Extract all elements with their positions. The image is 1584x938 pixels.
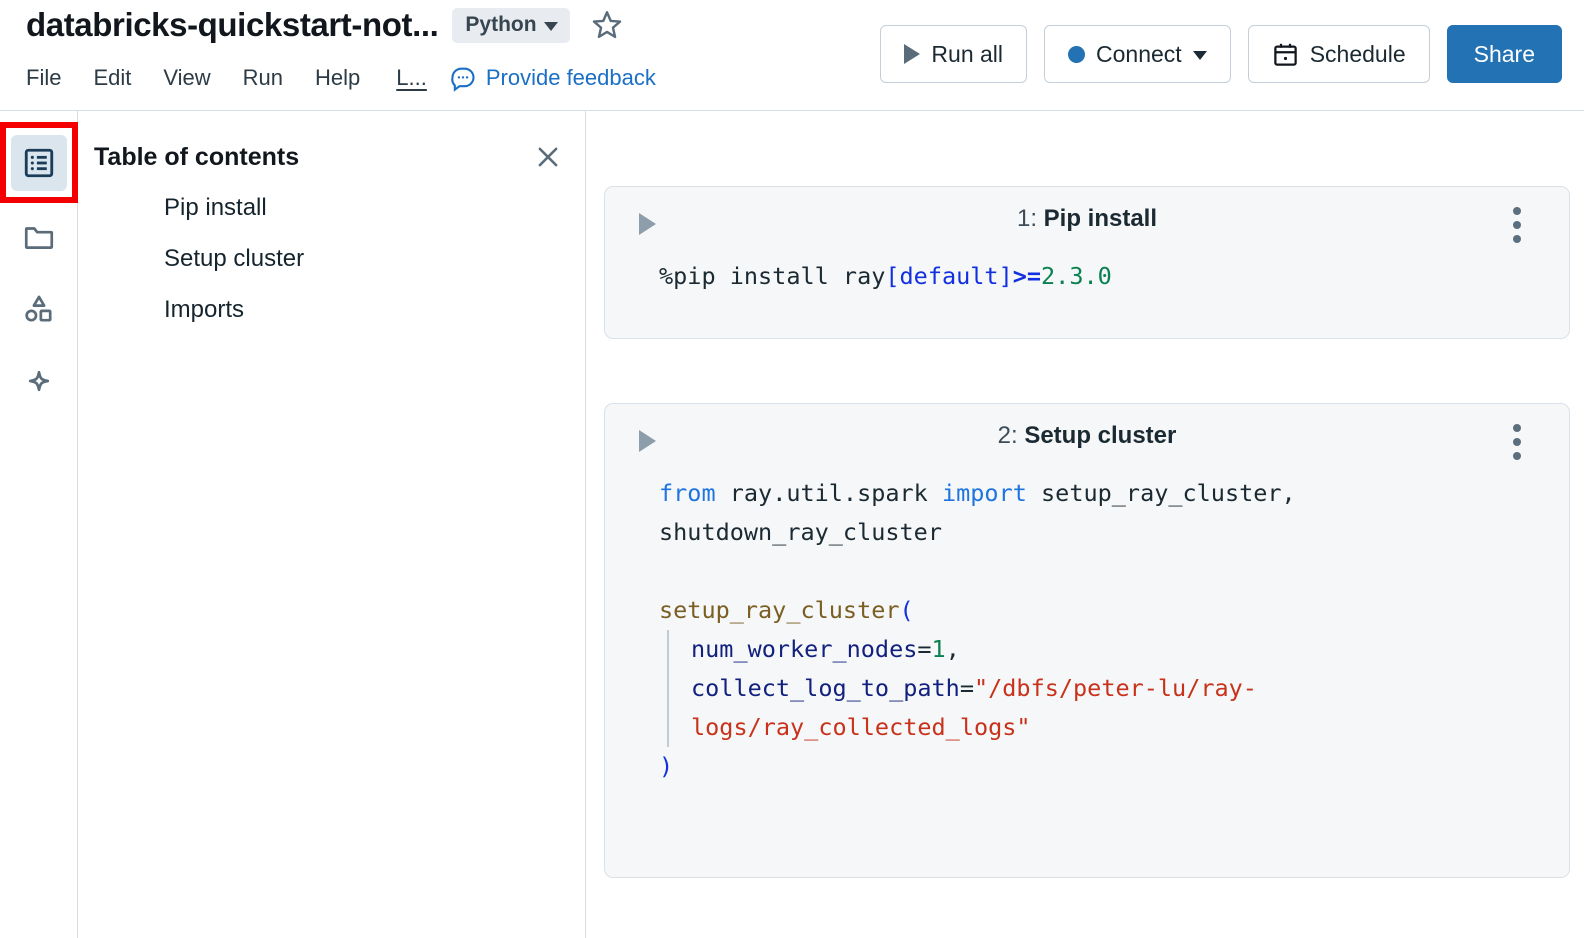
toc-item-imports[interactable]: Imports (164, 296, 304, 324)
code-token-param-name: num_worker_nodes (691, 635, 917, 663)
code-token-paren-open: ( (900, 596, 914, 624)
code-token-operator: >= (1013, 262, 1041, 290)
toc-title: Table of contents (94, 143, 299, 172)
cell-number: 1: (1017, 205, 1037, 232)
cell-heading: Setup cluster (1024, 422, 1176, 449)
page-title: databricks-quickstart-not... (26, 6, 438, 44)
language-selector[interactable]: Python (452, 8, 569, 43)
cell-header: 1: Pip install (605, 187, 1569, 257)
notebook-header: databricks-quickstart-not... Python File… (0, 0, 1584, 111)
connect-label: Connect (1096, 41, 1182, 68)
provide-feedback-label: Provide feedback (486, 65, 656, 91)
sidebar-item-workspace[interactable] (11, 209, 67, 265)
code-token-param-value: 1 (932, 635, 946, 663)
calendar-icon (1272, 41, 1299, 68)
cell-title: 2: Setup cluster (605, 422, 1569, 450)
menu-item-view[interactable]: View (147, 65, 226, 91)
code-token-bracket-close: ] (999, 262, 1013, 290)
kebab-menu-icon[interactable] (1513, 207, 1521, 249)
menu-item-help[interactable]: Help (299, 65, 376, 91)
comment-bubble-icon (449, 64, 477, 92)
list-document-icon (22, 146, 56, 180)
code-token-module: ray.util.spark (730, 479, 928, 507)
toc-item-setup-cluster[interactable]: Setup cluster (164, 245, 304, 273)
code-line-blank (659, 552, 1547, 591)
provide-feedback-link[interactable]: Provide feedback (449, 64, 656, 92)
kebab-menu-icon[interactable] (1513, 424, 1521, 466)
code-line-import: from ray.util.spark import setup_ray_clu… (659, 474, 1547, 552)
code-token-extra: default (900, 262, 999, 290)
sparkle-icon (22, 364, 56, 398)
menu-item-run[interactable]: Run (227, 65, 299, 91)
cell-code-editor[interactable]: %pip install ray[default]>=2.3.0 (605, 257, 1569, 296)
close-icon[interactable] (529, 138, 567, 176)
code-token-bracket-open: [ (885, 262, 899, 290)
sidebar-item-catalog[interactable] (11, 281, 67, 337)
status-dot-icon (1068, 46, 1085, 63)
run-all-label: Run all (931, 41, 1003, 68)
cell-title: 1: Pip install (605, 205, 1569, 233)
play-triangle-icon (904, 44, 920, 64)
code-args-block: num_worker_nodes=1,collect_log_to_path="… (667, 630, 1547, 747)
code-token-import: import (942, 479, 1027, 507)
notebook-canvas: 1: Pip install %pip install ray[default]… (587, 111, 1584, 938)
folder-icon (22, 220, 56, 254)
share-label: Share (1474, 41, 1535, 68)
menu-item-edit[interactable]: Edit (77, 65, 147, 91)
chevron-down-icon (1193, 51, 1207, 60)
code-token-comma: , (946, 635, 960, 663)
run-all-button[interactable]: Run all (880, 25, 1027, 83)
header-actions: Run all Connect Schedule Share (880, 25, 1562, 83)
code-line-arg1: num_worker_nodes=1, (691, 630, 1547, 669)
chevron-down-icon (544, 22, 558, 31)
star-icon[interactable] (590, 8, 624, 42)
code-token-function-name: setup_ray_cluster (659, 596, 900, 624)
code-line-call-open: setup_ray_cluster( (659, 591, 1547, 630)
toc-header: Table of contents (94, 138, 567, 176)
cell-number: 2: (998, 422, 1018, 449)
cell-code-editor[interactable]: from ray.util.spark import setup_ray_clu… (605, 474, 1569, 786)
language-label: Python (465, 13, 536, 37)
menu-item-file[interactable]: File (26, 65, 77, 91)
toc-item-pip-install[interactable]: Pip install (164, 194, 304, 222)
title-row: databricks-quickstart-not... Python (26, 6, 624, 44)
code-token-version: 2.3.0 (1041, 262, 1112, 290)
notebook-cell[interactable]: 1: Pip install %pip install ray[default]… (604, 186, 1570, 339)
cell-header: 2: Setup cluster (605, 404, 1569, 474)
menu-bar: File Edit View Run Help L... Provide fee… (26, 64, 656, 92)
schedule-button[interactable]: Schedule (1248, 25, 1430, 83)
notebook-cell[interactable]: 2: Setup cluster from ray.util.spark imp… (604, 403, 1570, 878)
shapes-catalog-icon (22, 292, 56, 326)
cell-heading: Pip install (1044, 205, 1157, 232)
code-token-equals: = (917, 635, 931, 663)
sidebar-item-assistant[interactable] (11, 353, 67, 409)
sidebar-item-table-of-contents[interactable] (11, 135, 67, 191)
code-token-param-name: collect_log_to_path (691, 674, 960, 702)
code-line-call-close: ) (659, 747, 1547, 786)
code-token-from: from (659, 479, 716, 507)
code-token-paren-close: ) (659, 752, 673, 780)
left-icon-rail (0, 111, 78, 938)
table-of-contents-panel: Table of contents Pip install Setup clus… (78, 111, 586, 938)
code-token-magic: %pip install ray (659, 262, 885, 290)
toc-list: Pip install Setup cluster Imports (164, 194, 304, 347)
connect-button[interactable]: Connect (1044, 25, 1231, 83)
menu-item-truncated[interactable]: L... (376, 65, 441, 91)
code-token-equals: = (960, 674, 974, 702)
schedule-label: Schedule (1310, 41, 1406, 68)
share-button[interactable]: Share (1447, 25, 1562, 83)
code-line-arg2: collect_log_to_path="/dbfs/peter-lu/ray-… (691, 669, 1547, 747)
